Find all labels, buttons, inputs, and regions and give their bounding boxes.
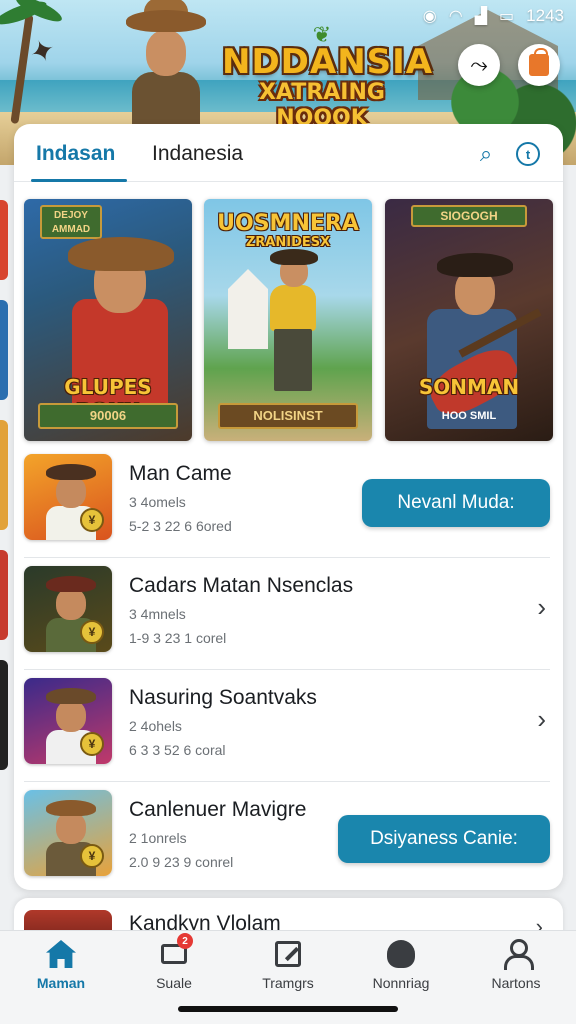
app-logo: ❦ NDDANSIA XATRAING NOOOK [222,24,434,132]
tab-bar: Indasan Indanesia ⌕ t [14,124,563,182]
home-icon [46,940,76,968]
nav-item-tramgrs[interactable]: Tramgrs [238,937,338,991]
status-bar: ◉ ◠ ▟ ▭ 1243 [423,6,564,26]
side-peek [0,420,8,530]
explorer-mascot [118,0,210,128]
logo-title: NDDANSIA [222,42,434,82]
featured-card[interactable]: UOSMNERA ZRANIDESX NOLISINST [204,199,372,441]
coin-icon: ¥ [80,508,104,532]
list-item[interactable]: ¥ Cadars Matan Nsenclas 3 4mnels 1-9 3 2… [24,558,550,670]
tab-indanesia[interactable]: Indanesia [152,142,243,166]
edit-icon [275,941,301,967]
game-action-button[interactable]: Dsiyaness Canie: [338,815,550,863]
shopping-bag-icon [529,48,549,76]
featured-carousel: DEJOY AMMAD GLUPES BOKN 90006 UOSMNERA Z… [24,199,554,441]
wifi-icon: ◠ [448,8,463,25]
chevron-right-icon[interactable]: › [537,592,546,623]
side-peek [0,550,8,640]
shop-button[interactable] [518,44,560,86]
game-title: Nasuring Soantvaks [129,686,317,709]
game-subtitle: 3 4mnels [129,606,186,622]
nav-label: Tramgrs [262,975,314,991]
coin-icon: ¥ [80,732,104,756]
chevron-right-icon[interactable]: › [537,704,546,735]
game-title: Canlenuer Mavigre [129,798,307,821]
chat-icon[interactable]: t [516,142,540,166]
explorer-figure [254,245,334,405]
game-subtitle: 3 4omels [129,494,186,510]
nav-label: Nartons [491,975,541,991]
game-meta: 2.0 9 23 9 conrel [129,854,234,870]
search-icon[interactable]: ⌕ [472,140,500,168]
side-peek [0,660,8,770]
status-time: 1243 [526,6,564,25]
featured-title: UOSMNERA [217,211,359,236]
nav-item-maman[interactable]: Maman [11,937,111,991]
main-card: Indasan Indanesia ⌕ t DEJOY AMMAD GLUPES… [14,124,563,890]
game-title: Cadars Matan Nsenclas [129,574,354,597]
featured-plaque: 90006 [38,403,178,429]
featured-card[interactable]: DEJOY AMMAD GLUPES BOKN 90006 [24,199,192,441]
featured-card[interactable]: SIOGOGH SONMAN HOO SMIL [385,199,553,441]
nav-label: Suale [156,975,192,991]
game-list: ¥ Man Came 3 4omels 5-2 3 22 6 6ored Nev… [24,446,550,890]
game-thumbnail: ¥ [24,454,112,540]
nav-label: Maman [36,975,86,991]
game-thumbnail: ¥ [24,566,112,652]
game-subtitle: 2 1onrels [129,830,187,846]
game-subtitle: 2 4ohels [129,718,182,734]
featured-caption: HOO SMIL [441,410,497,422]
side-peek [0,200,8,280]
game-thumbnail: ¥ [24,678,112,764]
home-indicator[interactable] [178,1006,398,1012]
profile-icon [502,939,534,970]
game-meta: 5-2 3 22 6 6ored [129,518,232,534]
featured-plaque: NOLISINST [218,403,358,429]
game-meta: 6 3 3 52 6 coral [129,742,226,758]
featured-title: SONMAN [418,375,520,399]
nav-item-nartons[interactable]: Nartons [466,937,566,991]
nav-item-suale[interactable]: 2 Suale [124,933,224,991]
vpn-icon: ◉ [422,8,437,25]
game-action-button[interactable]: Nevanl Muda: [362,479,550,527]
notification-badge: 2 [177,933,193,949]
bird-icon: ✦ [25,32,61,72]
featured-badge: SIOGOGH [411,205,527,227]
list-item[interactable]: ¥ Canlenuer Mavigre 2 1onrels 2.0 9 23 9… [24,782,550,890]
nav-label: Nonnriag [372,975,430,991]
list-item[interactable]: ¥ Man Came 3 4omels 5-2 3 22 6 6ored Nev… [24,446,550,558]
game-thumbnail: ¥ [24,790,112,876]
list-item[interactable]: ¥ Nasuring Soantvaks 2 4ohels 6 3 3 52 6… [24,670,550,782]
game-meta: 1-9 3 23 1 corel [129,630,227,646]
side-peek [0,300,8,400]
coin-icon: ¥ [80,620,104,644]
nav-item-nonnriag[interactable]: Nonnriag [351,937,451,991]
battery-icon: ▭ [499,8,515,25]
signal-icon: ▟ [474,8,488,25]
active-tab-indicator [31,179,127,182]
share-icon: ⤳ [470,52,488,77]
tab-indasan[interactable]: Indasan [36,142,115,166]
share-button[interactable]: ⤳ [458,44,500,86]
game-title: Man Came [129,462,232,485]
coin-icon: ¥ [80,844,104,868]
game-icon [387,940,415,968]
